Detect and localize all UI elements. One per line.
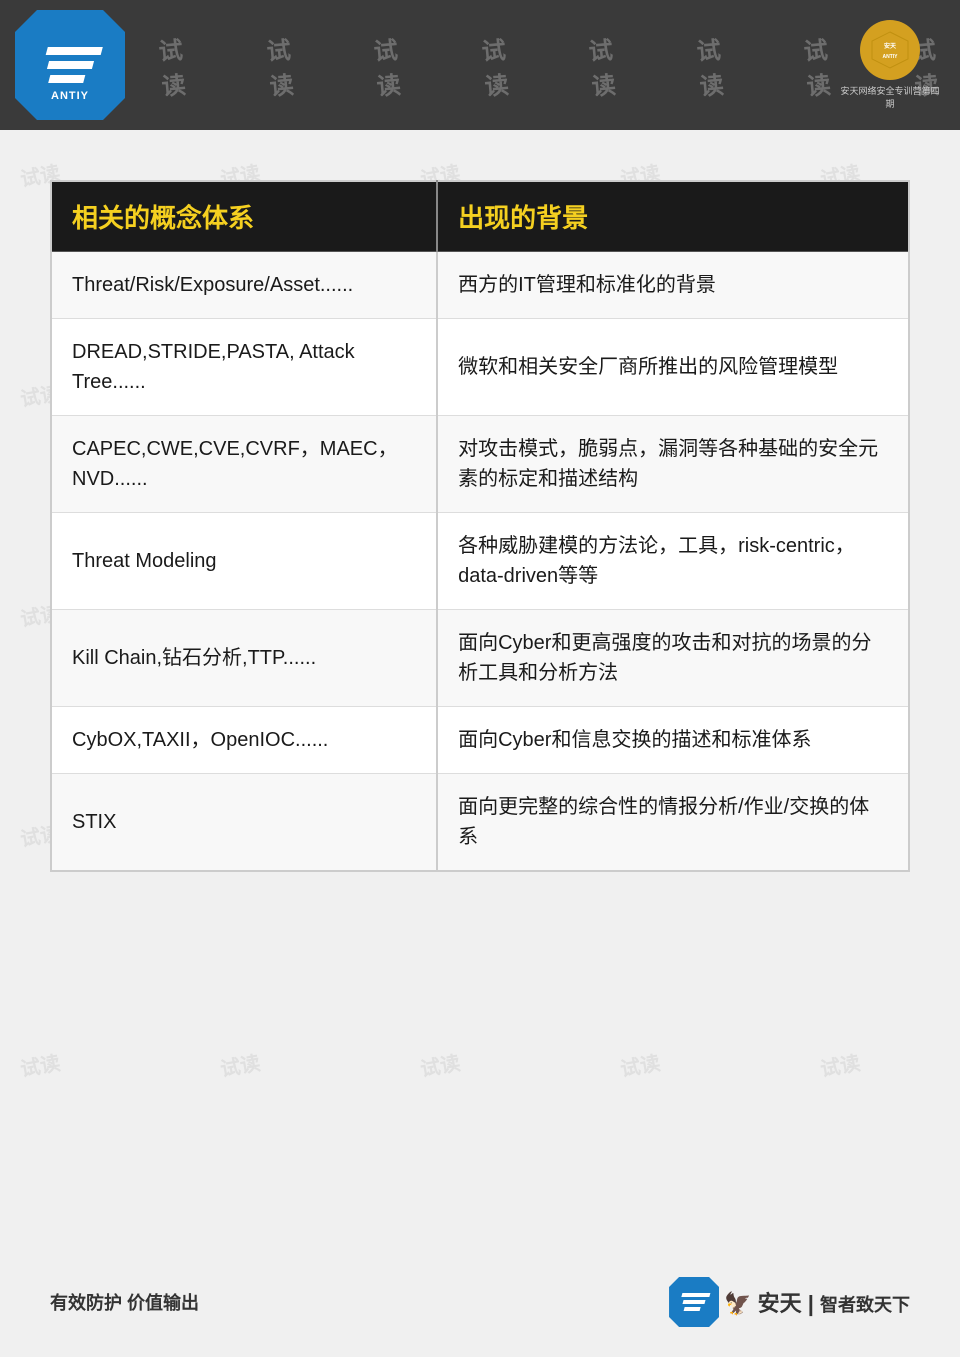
footer-logo-lines bbox=[678, 1293, 711, 1311]
table-cell-col2: 面向更完整的综合性的情报分析/作业/交换的体系 bbox=[437, 774, 909, 872]
logo-line-3 bbox=[48, 75, 85, 83]
table-cell-col1: CAPEC,CWE,CVE,CVRF，MAEC，NVD...... bbox=[51, 416, 437, 513]
footer: 有效防护 价值输出 🦅 安天 | 智者致天下 bbox=[50, 1277, 910, 1327]
table-cell-col1: DREAD,STRIDE,PASTA, Attack Tree...... bbox=[51, 319, 437, 416]
fll-2 bbox=[683, 1300, 706, 1304]
footer-logo: 🦅 安天 | 智者致天下 bbox=[669, 1277, 910, 1327]
table-row: Threat/Risk/Exposure/Asset......西方的IT管理和… bbox=[51, 252, 909, 319]
logo-lines bbox=[38, 47, 103, 83]
top-right-logo-inner: 安天 ANTIY 安天网络安全专训营第四期 bbox=[840, 15, 940, 115]
hw-6: 试读 bbox=[695, 28, 748, 102]
table-cell-col2: 微软和相关安全厂商所推出的风险管理模型 bbox=[437, 319, 909, 416]
table-row: CybOX,TAXII，OpenIOC......面向Cyber和信息交换的描述… bbox=[51, 707, 909, 774]
table-cell-col1: CybOX,TAXII，OpenIOC...... bbox=[51, 707, 437, 774]
bwm-21: 试读 bbox=[18, 1047, 62, 1083]
footer-brand-suffix: 智者致天下 bbox=[820, 1295, 910, 1315]
table-cell-col2: 各种威胁建模的方法论，工具，risk-centric，data-driven等等 bbox=[437, 513, 909, 610]
table-row: Threat Modeling各种威胁建模的方法论，工具，risk-centri… bbox=[51, 513, 909, 610]
svg-text:ANTIY: ANTIY bbox=[883, 54, 899, 60]
col2-header: 出现的背景 bbox=[437, 181, 909, 252]
table-cell-col1: STIX bbox=[51, 774, 437, 872]
fll-1 bbox=[681, 1293, 710, 1297]
logo: ANTIY bbox=[15, 10, 125, 120]
hw-3: 试读 bbox=[372, 28, 425, 102]
hw-2: 试读 bbox=[265, 28, 318, 102]
bwm-22: 试读 bbox=[218, 1047, 262, 1083]
bwm-24: 试读 bbox=[618, 1047, 662, 1083]
table-row: DREAD,STRIDE,PASTA, Attack Tree......微软和… bbox=[51, 319, 909, 416]
footer-brand-name: 🦅 bbox=[724, 1291, 751, 1316]
col1-header: 相关的概念体系 bbox=[51, 181, 437, 252]
header-watermarks: 试读 试读 试读 试读 试读 试读 试读 试读 bbox=[130, 0, 960, 130]
table-cell-col2: 西方的IT管理和标准化的背景 bbox=[437, 252, 909, 319]
footer-brand-separator: | bbox=[808, 1291, 814, 1316]
table-cell-col2: 对攻击模式，脆弱点，漏洞等各种基础的安全元素的标定和描述结构 bbox=[437, 416, 909, 513]
table-cell-col1: Kill Chain,钻石分析,TTP...... bbox=[51, 610, 437, 707]
bwm-23: 试读 bbox=[418, 1047, 462, 1083]
table-row: STIX面向更完整的综合性的情报分析/作业/交换的体系 bbox=[51, 774, 909, 872]
hw-4: 试读 bbox=[480, 28, 533, 102]
table-header-row: 相关的概念体系 出现的背景 bbox=[51, 181, 909, 252]
logo-line-2 bbox=[46, 61, 93, 69]
logo-text: ANTIY bbox=[51, 90, 89, 102]
top-right-logo: 安天 ANTIY 安天网络安全专训营第四期 bbox=[840, 15, 940, 115]
footer-logo-icon bbox=[669, 1277, 719, 1327]
table-cell-col2: 面向Cyber和信息交换的描述和标准体系 bbox=[437, 707, 909, 774]
logo-line-1 bbox=[45, 47, 102, 55]
antiy-circle: 安天 ANTIY bbox=[860, 20, 920, 80]
footer-slogan: 有效防护 价值输出 bbox=[50, 1289, 199, 1315]
footer-brand-chinese: 安天 bbox=[758, 1291, 802, 1316]
bwm-25: 试读 bbox=[818, 1047, 862, 1083]
header: ANTIY 试读 试读 试读 试读 试读 试读 试读 试读 安天 ANTIY 安… bbox=[0, 0, 960, 130]
logo-subtitle: 安天网络安全专训营第四期 bbox=[840, 84, 940, 110]
table-cell-col2: 面向Cyber和更高强度的攻击和对抗的场景的分析工具和分析方法 bbox=[437, 610, 909, 707]
table-cell-col1: Threat/Risk/Exposure/Asset...... bbox=[51, 252, 437, 319]
main-content: 相关的概念体系 出现的背景 Threat/Risk/Exposure/Asset… bbox=[0, 130, 960, 902]
fll-3 bbox=[684, 1307, 701, 1311]
concept-table: 相关的概念体系 出现的背景 Threat/Risk/Exposure/Asset… bbox=[50, 180, 910, 872]
table-row: Kill Chain,钻石分析,TTP......面向Cyber和更高强度的攻击… bbox=[51, 610, 909, 707]
hw-5: 试读 bbox=[587, 28, 640, 102]
table-row: CAPEC,CWE,CVE,CVRF，MAEC，NVD......对攻击模式，脆… bbox=[51, 416, 909, 513]
hw-1: 试读 bbox=[157, 28, 210, 102]
table-cell-col1: Threat Modeling bbox=[51, 513, 437, 610]
footer-brand: 🦅 安天 | 智者致天下 bbox=[724, 1286, 910, 1318]
svg-text:安天: 安天 bbox=[884, 42, 896, 50]
